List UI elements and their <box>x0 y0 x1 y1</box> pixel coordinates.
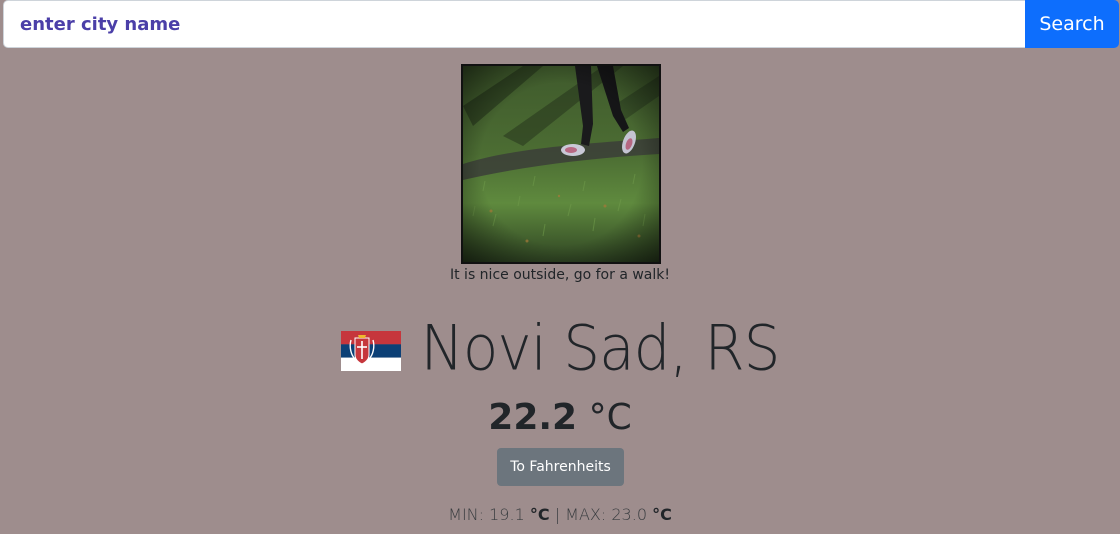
search-input[interactable] <box>3 0 1025 48</box>
walking-in-grass-photo <box>463 66 659 262</box>
city-name: Novi Sad, RS <box>420 311 781 385</box>
weather-image <box>461 64 661 264</box>
temperature-display: 22.2 °C <box>0 396 1120 440</box>
min-value: 19.1 <box>489 505 525 524</box>
temperature-unit: °C <box>588 397 632 438</box>
weather-caption: It is nice outside, go for a walk! <box>449 267 670 283</box>
temperature-value: 22.2 <box>488 397 578 438</box>
search-button[interactable]: Search <box>1025 0 1119 48</box>
minmax-separator: | <box>554 505 561 524</box>
min-unit: °C <box>529 505 550 524</box>
serbia-flag-icon <box>340 331 401 371</box>
max-unit: °C <box>652 505 672 524</box>
max-value: 23.0 <box>611 505 647 524</box>
city-heading: Novi Sad, RS <box>0 308 1120 388</box>
search-bar: Search <box>3 0 1119 48</box>
min-max-temperature: MIN: 19.1 °C | MAX: 23.0 °C <box>0 505 1120 524</box>
max-label: MAX: <box>565 505 607 524</box>
min-label: MIN: <box>448 505 485 524</box>
to-fahrenheit-button[interactable]: To Fahrenheits <box>497 448 624 486</box>
